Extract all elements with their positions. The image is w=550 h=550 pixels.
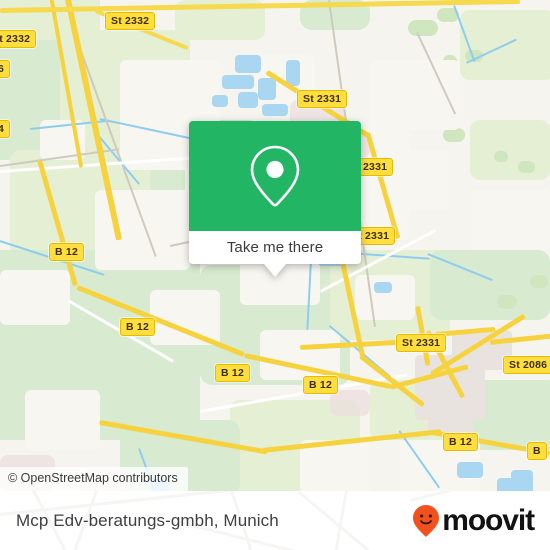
card-cta-panel[interactable]: Take me there bbox=[189, 231, 361, 264]
map-green-patch bbox=[408, 20, 438, 36]
map-canvas[interactable]: St 2332St 2332St 2331St 2331St 2331B 12B… bbox=[0, 0, 550, 491]
map-green-patch bbox=[494, 151, 508, 162]
map-green-patch bbox=[530, 275, 548, 288]
card-pointer-tail bbox=[264, 264, 286, 277]
moovit-smile-pin-icon bbox=[413, 504, 440, 537]
map-field bbox=[300, 440, 370, 491]
road-shield: St 2086 bbox=[503, 356, 550, 374]
map-water-body bbox=[457, 462, 483, 478]
map-water-body bbox=[235, 55, 261, 73]
place-title: Mcp Edv-beratungs-gmbh, Munich bbox=[16, 510, 279, 530]
map-attribution[interactable]: © OpenStreetMap contributors bbox=[0, 467, 188, 491]
take-me-there-label: Take me there bbox=[226, 239, 324, 256]
road-shield: St 2332 bbox=[0, 30, 37, 48]
location-pin-icon bbox=[250, 145, 300, 207]
map-water-body bbox=[222, 75, 254, 89]
map-water-body bbox=[374, 282, 392, 293]
moovit-wordmark: moovit bbox=[442, 503, 535, 537]
moovit-place-map-screen: St 2332St 2332St 2331St 2331St 2331B 12B… bbox=[0, 0, 550, 550]
map-water-body bbox=[238, 92, 258, 108]
map-water-body bbox=[212, 95, 228, 107]
map-water-body bbox=[511, 470, 533, 491]
map-green-patch bbox=[443, 128, 465, 142]
map-green-patch bbox=[518, 161, 535, 173]
road-shield: B 12 bbox=[303, 376, 338, 394]
road-shield: St 2331 bbox=[396, 334, 447, 352]
map-field bbox=[0, 270, 70, 325]
map-residential-area bbox=[330, 390, 370, 416]
road-shield: B 12 bbox=[215, 364, 250, 382]
footer-bar: Mcp Edv-beratungs-gmbh, Munich moovit bbox=[0, 491, 550, 550]
road-shield: 6 bbox=[0, 60, 11, 78]
road-shield: B 12 bbox=[49, 243, 84, 261]
map-water-body bbox=[262, 104, 288, 116]
road-shield: 4 bbox=[0, 120, 11, 138]
road-shield: B 12 bbox=[120, 318, 155, 336]
moovit-logo[interactable]: moovit bbox=[412, 503, 535, 538]
road-shield: B 12 bbox=[443, 433, 478, 451]
map-water-body bbox=[258, 78, 276, 100]
road-shield: St 2331 bbox=[297, 90, 348, 108]
place-callout-card[interactable]: Take me there bbox=[189, 121, 361, 277]
road-shield: B bbox=[527, 442, 547, 460]
road-shield: St 2332 bbox=[105, 12, 156, 30]
map-field bbox=[470, 190, 550, 250]
map-field bbox=[25, 390, 100, 450]
card-pin-panel bbox=[189, 121, 361, 231]
map-green-area bbox=[470, 120, 550, 180]
map-green-patch bbox=[497, 295, 517, 309]
